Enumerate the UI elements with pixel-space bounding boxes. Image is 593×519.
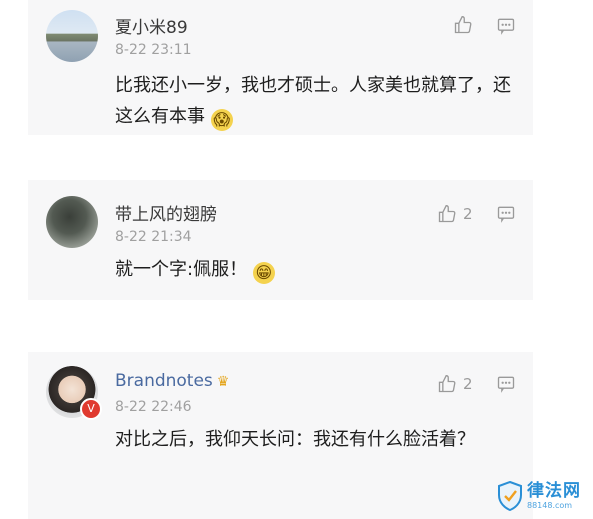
grin-emoji-icon: 😁 xyxy=(252,262,275,284)
reply-button[interactable] xyxy=(496,16,516,40)
reply-button[interactable] xyxy=(496,374,516,398)
shield-icon xyxy=(498,481,522,511)
comment-text-body: 比我还小一岁，我也才硕士。人家美也就算了，还这么有本事 xyxy=(115,75,511,127)
like-count: 2 xyxy=(463,375,473,393)
watermark-url: 88148.com xyxy=(527,500,573,510)
comment-text-body: 就一个字:佩服！ xyxy=(115,259,248,280)
shocked-emoji-icon: 😱 xyxy=(210,109,233,131)
watermark-text: 律法网 88148.com xyxy=(527,480,581,510)
comment-time: 8-22 21:34 xyxy=(115,229,192,245)
comment-item: 带上风的翅膀 8-22 21:34 就一个字:佩服！ 😁 2 xyxy=(0,180,593,300)
comment-time: 8-22 23:11 xyxy=(115,42,192,58)
like-button[interactable]: 2 xyxy=(437,374,473,394)
comment-icon xyxy=(497,206,515,223)
comment-text: 比我还小一岁，我也才硕士。人家美也就算了，还这么有本事 😱 xyxy=(115,70,515,132)
comment-text: 就一个字:佩服！ 😁 xyxy=(115,254,515,285)
watermark-title: 律法网 xyxy=(527,480,581,501)
avatar[interactable] xyxy=(46,196,98,248)
v-badge-icon: V xyxy=(80,398,102,420)
comment-author[interactable]: 夏小米89 xyxy=(115,13,188,38)
comment-text: 对比之后，我仰天长问：我还有什么脸活着？ xyxy=(115,429,475,450)
comment-author[interactable]: Brandnotes ♛ xyxy=(115,371,229,391)
crown-icon: ♛ xyxy=(216,374,230,390)
like-button[interactable] xyxy=(453,15,479,35)
comment-icon xyxy=(497,18,515,35)
watermark: 律法网 88148.com xyxy=(497,481,581,511)
comment-item: 夏小米89 8-22 23:11 比我还小一岁，我也才硕士。人家美也就算了，还这… xyxy=(0,0,593,135)
comment-time: 8-22 22:46 xyxy=(115,399,192,415)
thumbs-up-icon xyxy=(438,374,456,393)
like-button[interactable]: 2 xyxy=(437,204,473,224)
like-count: 2 xyxy=(463,205,473,223)
avatar[interactable] xyxy=(46,10,98,62)
comment-author[interactable]: 带上风的翅膀 xyxy=(115,200,217,225)
comment-author-name: Brandnotes xyxy=(115,371,213,391)
comment-icon xyxy=(497,376,515,393)
thumbs-up-icon xyxy=(454,15,472,34)
thumbs-up-icon xyxy=(438,204,456,223)
reply-button[interactable] xyxy=(496,204,516,228)
